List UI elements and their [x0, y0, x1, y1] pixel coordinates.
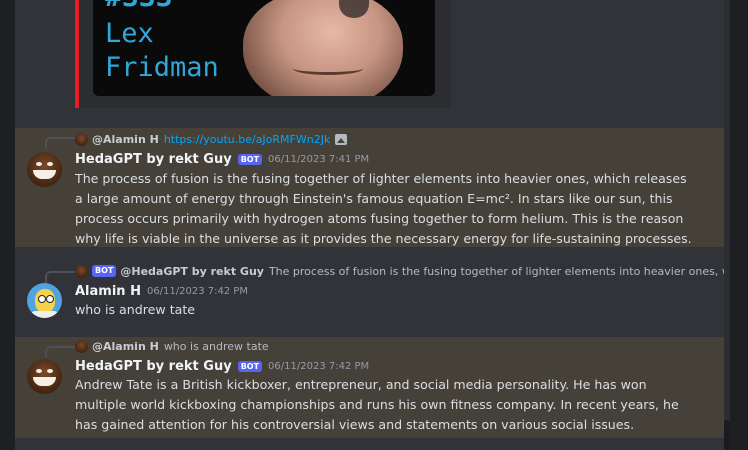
message-header: HedaGPT by rekt Guy BOT 06/11/2023 7:42 … [75, 359, 369, 374]
reply-author[interactable]: @Alamin H [92, 340, 159, 353]
bot-badge: BOT [237, 361, 263, 372]
reply-author[interactable]: @Alamin H [92, 133, 159, 146]
reply-text: The process of fusion is the fusing toge… [268, 264, 724, 278]
message-item: @Alamin H https://youtu.be/aJoRMFWn2Jk H… [15, 128, 724, 247]
image-icon [335, 133, 348, 145]
message-text: Andrew Tate is a British kickboxer, entr… [75, 377, 679, 432]
video-embed[interactable]: #333 Lex Fridman [75, 0, 451, 108]
reply-text: who is andrew tate [163, 339, 269, 353]
message-item: BOT @HedaGPT by rekt Guy The process of … [15, 262, 724, 324]
reply-preview[interactable]: @Alamin H https://youtu.be/aJoRMFWn2Jk [75, 131, 348, 147]
message-header: HedaGPT by rekt Guy BOT 06/11/2023 7:41 … [75, 152, 369, 167]
reply-connector [45, 271, 77, 283]
avatar[interactable] [27, 359, 62, 394]
scrollbar-track[interactable] [724, 0, 730, 450]
message-text: The process of fusion is the fusing toge… [75, 171, 692, 246]
thumbnail-line-1: Lex [105, 18, 154, 49]
reply-author[interactable]: @HedaGPT by rekt Guy [120, 265, 264, 278]
scrollbar-thumb[interactable] [724, 420, 730, 450]
timestamp: 06/11/2023 7:42 PM [268, 361, 370, 372]
author-name[interactable]: HedaGPT by rekt Guy [75, 359, 232, 374]
reply-preview[interactable]: @Alamin H who is andrew tate [75, 338, 269, 354]
author-name[interactable]: Alamin H [75, 284, 141, 299]
thumbnail-face-detail [293, 62, 363, 75]
author-name[interactable]: HedaGPT by rekt Guy [75, 152, 232, 167]
thumbnail-episode: #333 [105, 0, 172, 13]
reply-preview[interactable]: BOT @HedaGPT by rekt Guy The process of … [75, 263, 724, 279]
reply-avatar [75, 132, 88, 146]
thumbnail-face-image [243, 0, 403, 96]
message-item: @Alamin H who is andrew tate HedaGPT by … [15, 337, 724, 438]
timestamp: 06/11/2023 7:42 PM [146, 286, 249, 297]
video-thumbnail[interactable]: #333 Lex Fridman [93, 0, 435, 96]
timestamp: 06/11/2023 7:41 PM [268, 154, 370, 165]
avatar[interactable] [27, 152, 62, 187]
thumbnail-line-2: Fridman [105, 52, 219, 83]
chat-messages: #333 Lex Fridman @Alamin H https://youtu… [15, 0, 724, 450]
reply-connector [45, 346, 77, 358]
left-frame [0, 0, 15, 450]
reply-link[interactable]: https://youtu.be/aJoRMFWn2Jk [164, 133, 331, 146]
bot-badge: BOT [92, 265, 117, 277]
avatar[interactable] [27, 283, 62, 318]
reply-connector [45, 137, 77, 149]
reply-avatar [75, 264, 88, 278]
reply-avatar [75, 339, 88, 353]
message-text: who is andrew tate [75, 302, 196, 317]
message-header: Alamin H 06/11/2023 7:42 PM [75, 284, 248, 299]
bot-badge: BOT [237, 154, 263, 165]
